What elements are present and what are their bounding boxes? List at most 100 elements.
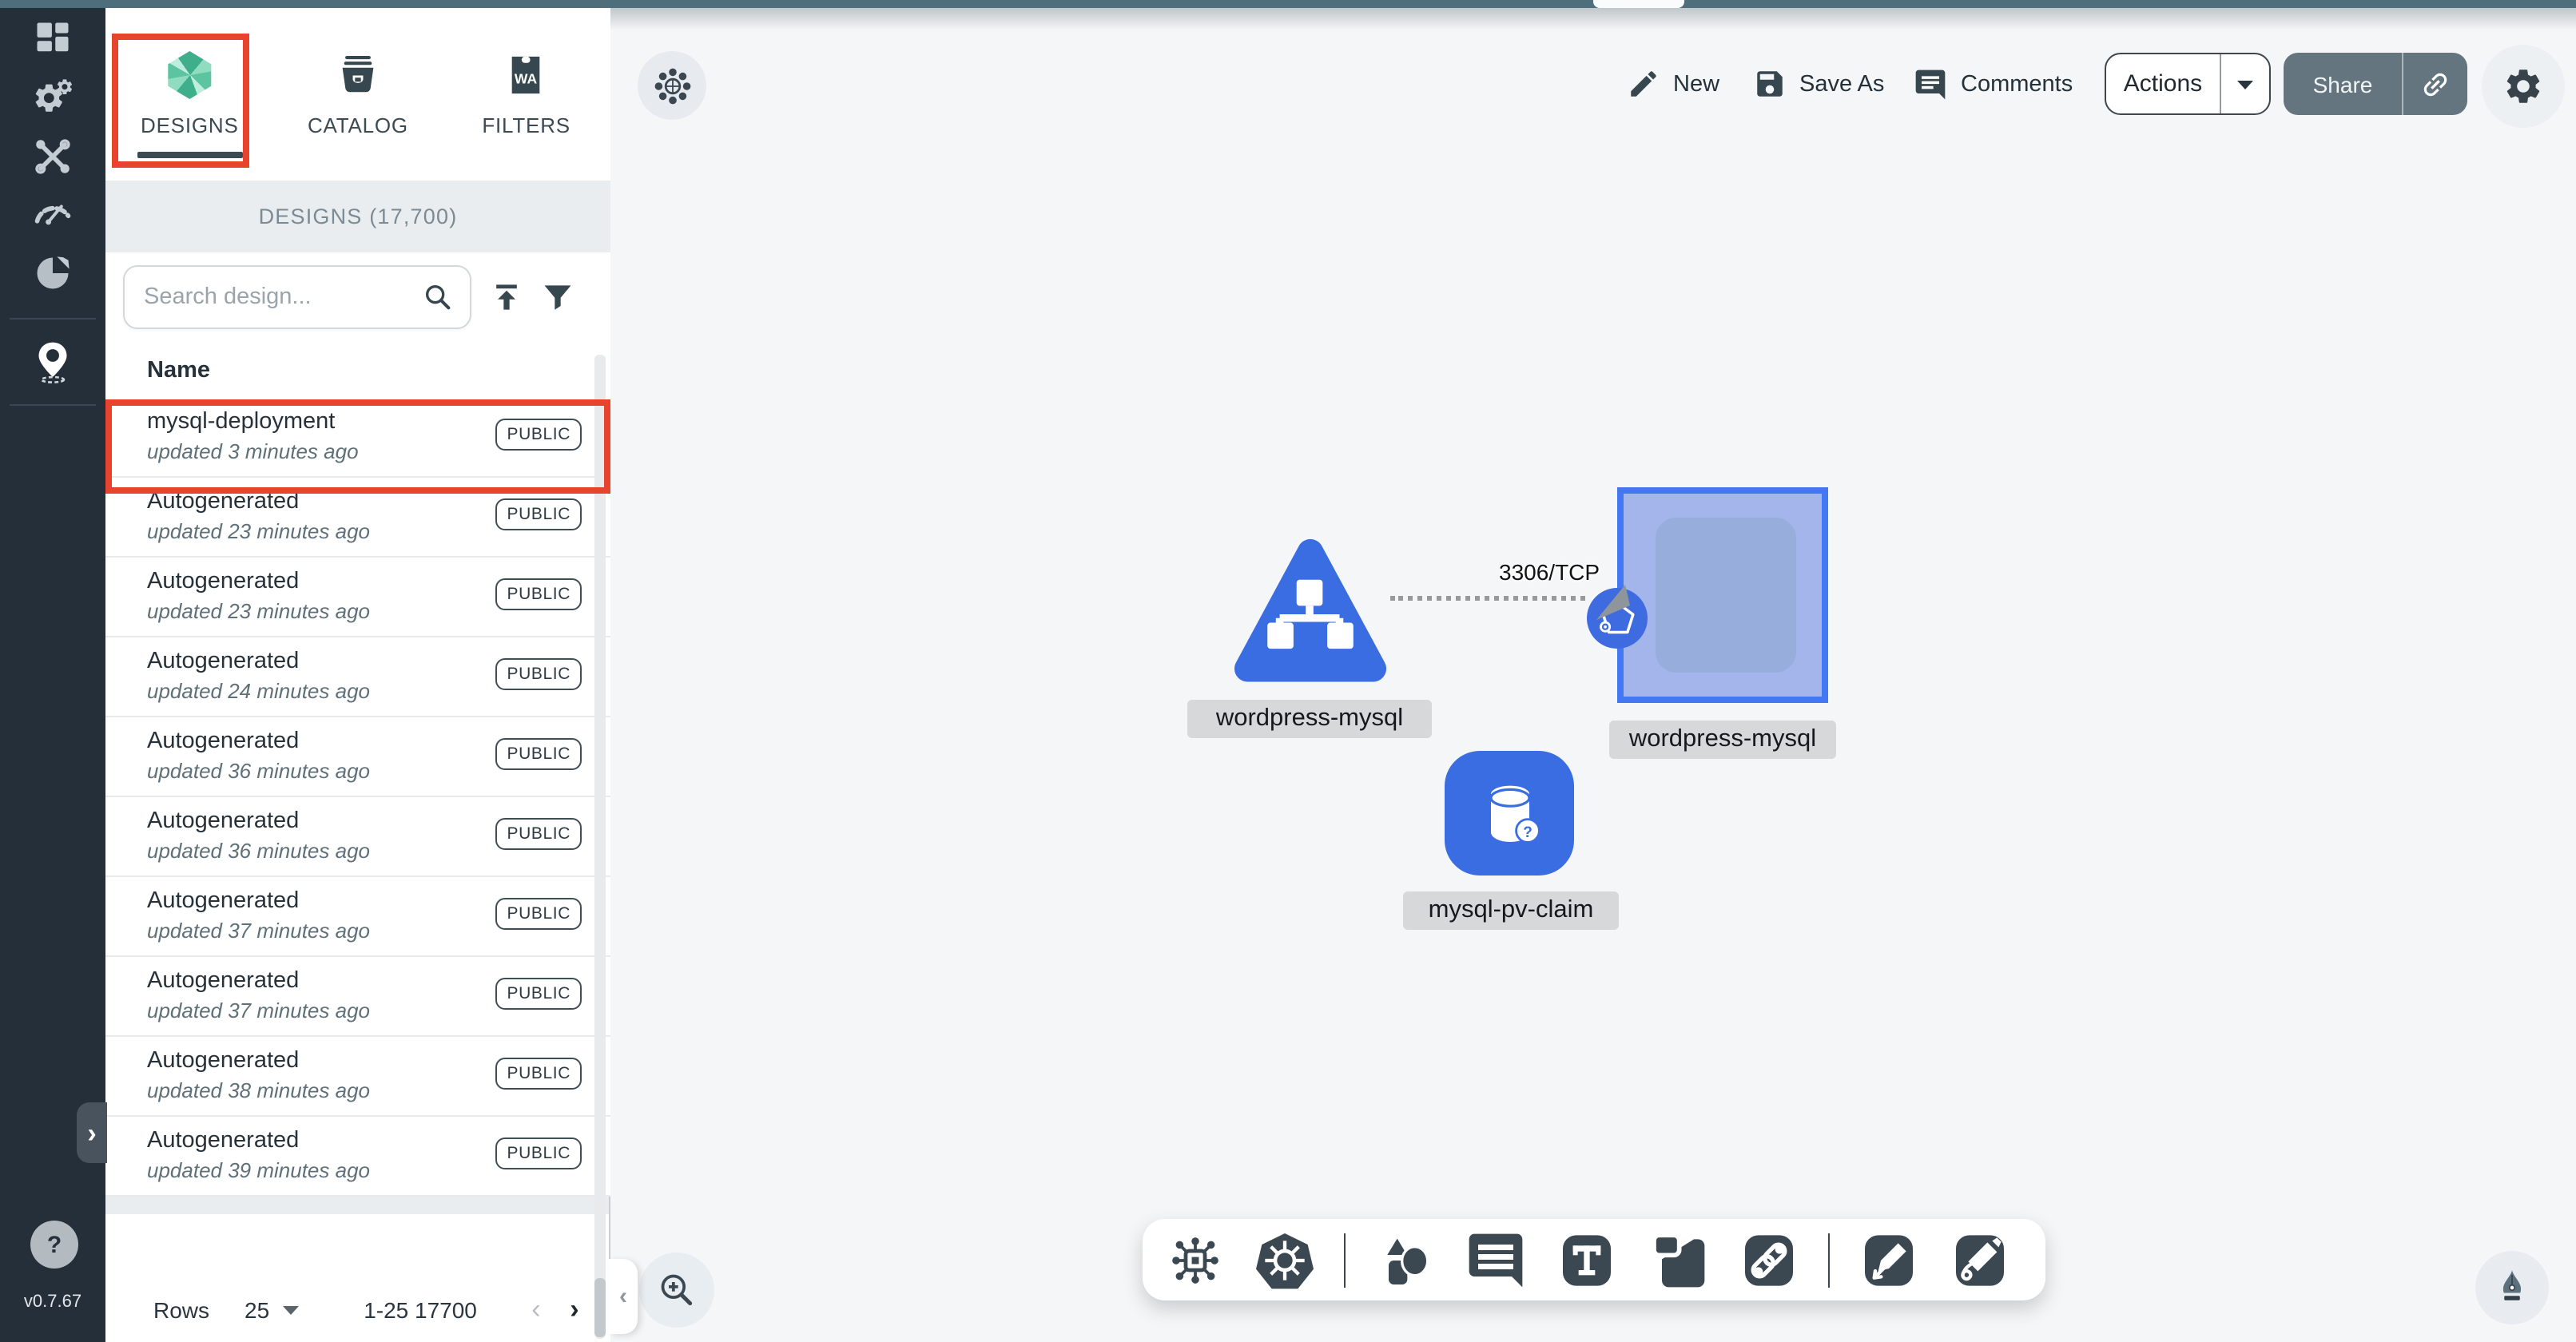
dock-divider xyxy=(1828,1233,1830,1287)
page-next-button[interactable]: › xyxy=(557,1292,592,1328)
canvas-settings-button[interactable] xyxy=(2482,45,2565,128)
kanvas-pin-icon xyxy=(30,339,75,383)
upload-design-icon[interactable] xyxy=(489,280,524,315)
design-updated: updated 37 minutes ago xyxy=(147,919,370,943)
top-drawer-handle[interactable] xyxy=(1593,0,1684,8)
design-row[interactable]: Autogenerated updated 36 minutes ago PUB… xyxy=(105,717,610,797)
visibility-badge: PUBLIC xyxy=(496,898,582,930)
tab-designs-label: DESIGNS xyxy=(141,113,239,137)
tab-designs[interactable]: DESIGNS xyxy=(105,8,274,181)
design-name: Autogenerated xyxy=(147,569,299,594)
rows-per-page-value[interactable]: 25 xyxy=(244,1297,269,1323)
tab-filters-label: FILTERS xyxy=(482,113,570,137)
design-updated: updated 36 minutes ago xyxy=(147,759,370,783)
sidebar-divider xyxy=(10,318,96,320)
dock-annotate-button[interactable] xyxy=(1857,1228,1921,1292)
design-updated: updated 23 minutes ago xyxy=(147,519,370,543)
visibility-badge: PUBLIC xyxy=(496,738,582,770)
help-button[interactable]: ? xyxy=(30,1221,78,1269)
edge-wordpress-mysql[interactable] xyxy=(1390,596,1585,601)
design-updated: updated 39 minutes ago xyxy=(147,1158,370,1182)
panel-subheader: DESIGNS (17,700) xyxy=(105,181,610,252)
caret-down-icon xyxy=(2236,77,2255,90)
share-button[interactable]: Share xyxy=(2284,53,2467,115)
dock-comment-button[interactable] xyxy=(1464,1228,1528,1292)
sidebar-item-dashboard[interactable] xyxy=(0,8,105,69)
chevron-right-icon: › xyxy=(87,1119,96,1146)
pagination-bar: Rows 25 1-25 17700 ‹ › xyxy=(105,1278,610,1342)
design-updated: updated 37 minutes ago xyxy=(147,999,370,1022)
visibility-badge: PUBLIC xyxy=(496,658,582,690)
actions-button[interactable]: Actions xyxy=(2105,53,2271,115)
meshery-logo-icon xyxy=(165,51,213,99)
service-node-wordpress-mysql[interactable] xyxy=(1234,532,1387,695)
wasm-filters-icon: WA xyxy=(503,51,551,99)
designs-count-label: DESIGNS (17,700) xyxy=(259,204,458,228)
deployment-node-wordpress-mysql-selected[interactable] xyxy=(1617,487,1828,703)
dock-shapes-button[interactable] xyxy=(1373,1228,1437,1292)
design-search-box[interactable] xyxy=(123,265,471,329)
design-row[interactable]: Autogenerated updated 37 minutes ago PUB… xyxy=(105,957,610,1037)
extensions-icon xyxy=(32,252,74,294)
canvas-top-shade xyxy=(610,8,2576,30)
design-row[interactable]: Autogenerated updated 38 minutes ago PUB… xyxy=(105,1037,610,1117)
service-node-label: wordpress-mysql xyxy=(1187,700,1432,738)
sidebar-expand-button[interactable]: › xyxy=(77,1102,107,1163)
search-input[interactable] xyxy=(141,283,422,312)
top-teal-bar xyxy=(0,0,2576,8)
new-label: New xyxy=(1673,71,1719,97)
design-row[interactable]: Autogenerated updated 24 minutes ago PUB… xyxy=(105,637,610,717)
design-updated: updated 24 minutes ago xyxy=(147,679,370,703)
canvas-menu-button[interactable] xyxy=(638,51,706,120)
new-design-button[interactable]: New xyxy=(1627,67,1719,101)
tab-catalog[interactable]: CATALOG xyxy=(274,8,443,181)
design-row[interactable]: Autogenerated updated 39 minutes ago PUB… xyxy=(105,1117,610,1197)
design-row[interactable]: mysql-deployment updated 3 minutes ago P… xyxy=(105,398,610,478)
actions-dropdown[interactable] xyxy=(2221,77,2269,90)
zoom-in-button[interactable] xyxy=(639,1253,714,1328)
rows-per-page-caret-icon[interactable] xyxy=(280,1304,300,1316)
whiteboard-pen-button[interactable] xyxy=(2475,1251,2549,1324)
panel-scrollbar-thumb[interactable] xyxy=(594,1278,606,1337)
panel-scrollbar-track[interactable] xyxy=(594,355,606,1339)
dock-draw-button[interactable] xyxy=(1948,1228,2012,1292)
sidebar-item-lifecycle[interactable] xyxy=(0,67,105,128)
dock-note-button[interactable] xyxy=(1646,1228,1710,1292)
dock-component-button[interactable] xyxy=(1165,1229,1226,1290)
active-tab-underline xyxy=(137,152,242,158)
design-row[interactable]: Autogenerated updated 36 minutes ago PUB… xyxy=(105,797,610,877)
design-name: Autogenerated xyxy=(147,808,299,834)
tab-filters[interactable]: WA FILTERS xyxy=(442,8,610,181)
app-version: v0.7.67 xyxy=(0,1292,105,1312)
design-updated: updated 3 minutes ago xyxy=(147,439,359,463)
link-icon xyxy=(2419,68,2451,100)
sidebar-divider xyxy=(10,404,96,406)
sidebar-item-extensions[interactable] xyxy=(0,243,105,304)
sidebar-item-kanvas[interactable] xyxy=(0,324,105,398)
sidebar-item-performance[interactable] xyxy=(0,182,105,243)
page-prev-button[interactable]: ‹ xyxy=(519,1292,554,1328)
dock-kubernetes-button[interactable] xyxy=(1253,1228,1317,1292)
visibility-badge: PUBLIC xyxy=(496,578,582,610)
dock-relationship-button[interactable] xyxy=(1737,1228,1801,1292)
pvc-node-mysql-pv-claim[interactable]: ? xyxy=(1445,751,1574,875)
copy-link-button[interactable] xyxy=(2403,68,2467,100)
svg-text:?: ? xyxy=(1522,824,1532,841)
design-name: Autogenerated xyxy=(147,1128,299,1153)
search-row xyxy=(105,252,610,342)
database-cylinder-icon: ? xyxy=(1468,772,1551,855)
dock-text-button[interactable] xyxy=(1555,1228,1619,1292)
list-end-band xyxy=(105,1197,609,1214)
design-row[interactable]: Autogenerated updated 23 minutes ago PUB… xyxy=(105,478,610,558)
comments-button[interactable]: Comments xyxy=(1913,67,2073,102)
design-row[interactable]: Autogenerated updated 23 minutes ago PUB… xyxy=(105,558,610,637)
save-as-button[interactable]: Save As xyxy=(1753,67,1884,101)
comment-icon xyxy=(1913,67,1948,102)
filter-funnel-icon[interactable] xyxy=(540,280,575,315)
panel-collapse-button[interactable]: ‹ xyxy=(609,1259,638,1334)
design-row[interactable]: Autogenerated updated 37 minutes ago PUB… xyxy=(105,877,610,957)
design-name: Autogenerated xyxy=(147,729,299,754)
sidebar-item-configuration[interactable] xyxy=(0,126,105,187)
visibility-badge: PUBLIC xyxy=(496,1138,582,1169)
tab-catalog-label: CATALOG xyxy=(308,113,408,137)
